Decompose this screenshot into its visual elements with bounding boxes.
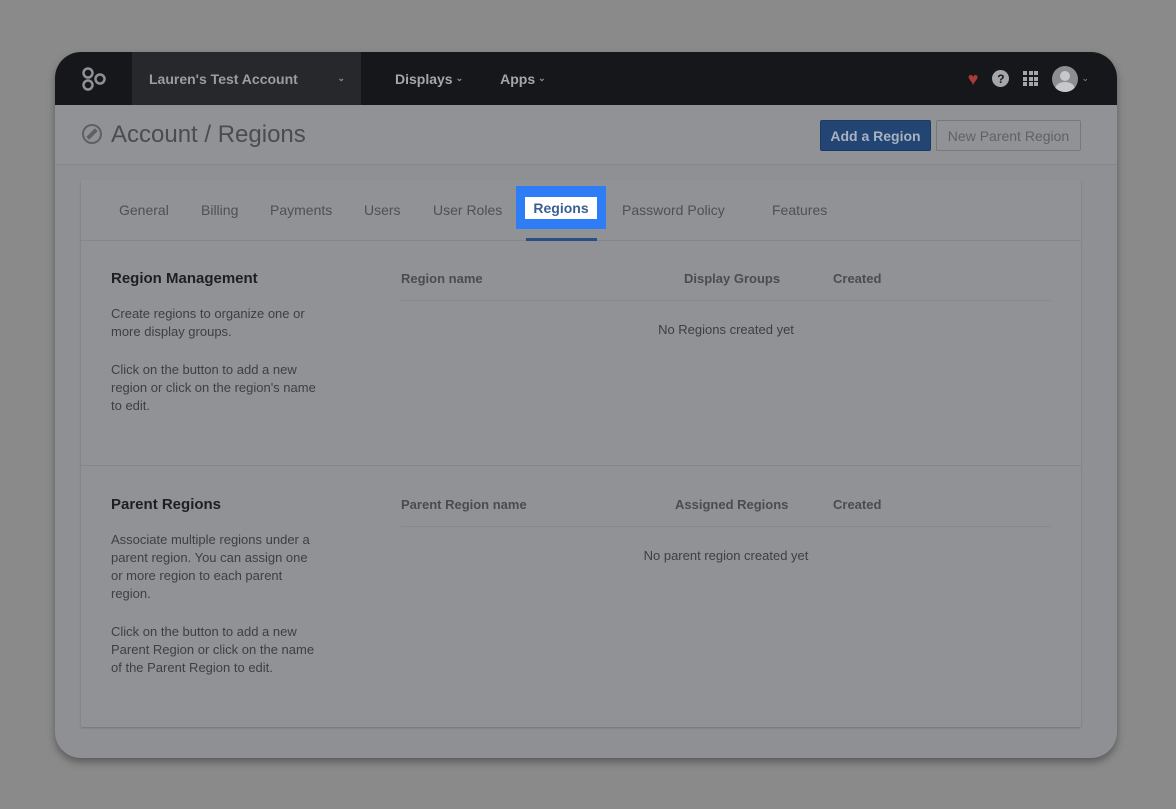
top-navbar: Lauren's Test Account ⌄ Displays ⌄ Apps … — [55, 52, 1117, 105]
table-header-divider — [401, 526, 1051, 527]
parent-regions-desc: Associate multiple regions under a paren… — [111, 532, 310, 601]
tab-password-policy[interactable]: Password Policy — [622, 202, 725, 218]
col-parent-region-name: Parent Region name — [401, 497, 527, 512]
col-display-groups: Display Groups — [684, 271, 781, 286]
settings-card: General Billing Payments Users User Role… — [81, 180, 1081, 727]
tab-user-roles[interactable]: User Roles — [433, 202, 502, 218]
col-created: Created — [833, 497, 882, 512]
tab-regions-label: Regions — [525, 196, 597, 219]
help-icon[interactable]: ? — [992, 70, 1010, 87]
region-management-title: Region Management — [111, 270, 258, 287]
new-parent-region-button[interactable]: New Parent Region — [936, 120, 1081, 151]
tab-features[interactable]: Features — [772, 202, 827, 218]
col-assigned-regions: Assigned Regions — [675, 497, 789, 512]
account-switcher[interactable]: Lauren's Test Account ⌄ — [132, 52, 361, 105]
tab-billing[interactable]: Billing — [201, 202, 238, 218]
chevron-down-icon: ⌄ — [337, 73, 345, 83]
nav-displays[interactable]: Displays ⌄ — [395, 71, 463, 87]
region-management-desc: Create regions to organize one or more d… — [111, 306, 305, 339]
page-header: Account / Regions Add a Region New Paren… — [55, 105, 1117, 165]
app-window: Lauren's Test Account ⌄ Displays ⌄ Apps … — [55, 52, 1117, 758]
account-name: Lauren's Test Account — [149, 70, 298, 87]
page-title: Account / Regions — [111, 121, 306, 148]
parent-regions-title: Parent Regions — [111, 496, 222, 513]
heart-icon[interactable]: ♥ — [968, 70, 979, 88]
chevron-down-icon: ⌄ — [455, 73, 464, 83]
chevron-down-icon: ⌄ — [538, 73, 546, 83]
tab-general[interactable]: General — [119, 202, 169, 218]
parent-regions-empty-message: No parent region created yet — [643, 548, 809, 563]
section-divider — [81, 465, 1081, 466]
nav-apps-label: Apps — [500, 70, 536, 87]
col-region-name: Region name — [401, 271, 483, 286]
col-created: Created — [833, 271, 882, 286]
regions-empty-message: No Regions created yet — [658, 322, 794, 337]
region-management-help: Click on the button to add a new region … — [111, 362, 316, 413]
chevron-down-icon: ⌄ — [1081, 73, 1089, 83]
tab-payments[interactable]: Payments — [270, 202, 332, 218]
parent-regions-help: Click on the button to add a new Parent … — [111, 624, 315, 675]
active-tab-indicator — [526, 238, 597, 241]
avatar — [1052, 65, 1079, 92]
compass-icon — [82, 124, 102, 144]
tab-bar: General Billing Payments Users User Role… — [81, 180, 1081, 241]
nav-displays-label: Displays — [395, 70, 453, 87]
add-region-button[interactable]: Add a Region — [820, 120, 931, 151]
nav-apps[interactable]: Apps ⌄ — [500, 71, 546, 87]
topbar-actions: ♥ ? ⌄ — [968, 65, 1117, 92]
tab-users[interactable]: Users — [364, 202, 401, 218]
logo-icon[interactable] — [55, 52, 132, 105]
tab-regions[interactable]: Regions — [516, 186, 606, 229]
table-header-divider — [401, 300, 1051, 301]
apps-grid-icon[interactable] — [1023, 71, 1039, 86]
user-menu[interactable]: ⌄ — [1052, 65, 1089, 92]
